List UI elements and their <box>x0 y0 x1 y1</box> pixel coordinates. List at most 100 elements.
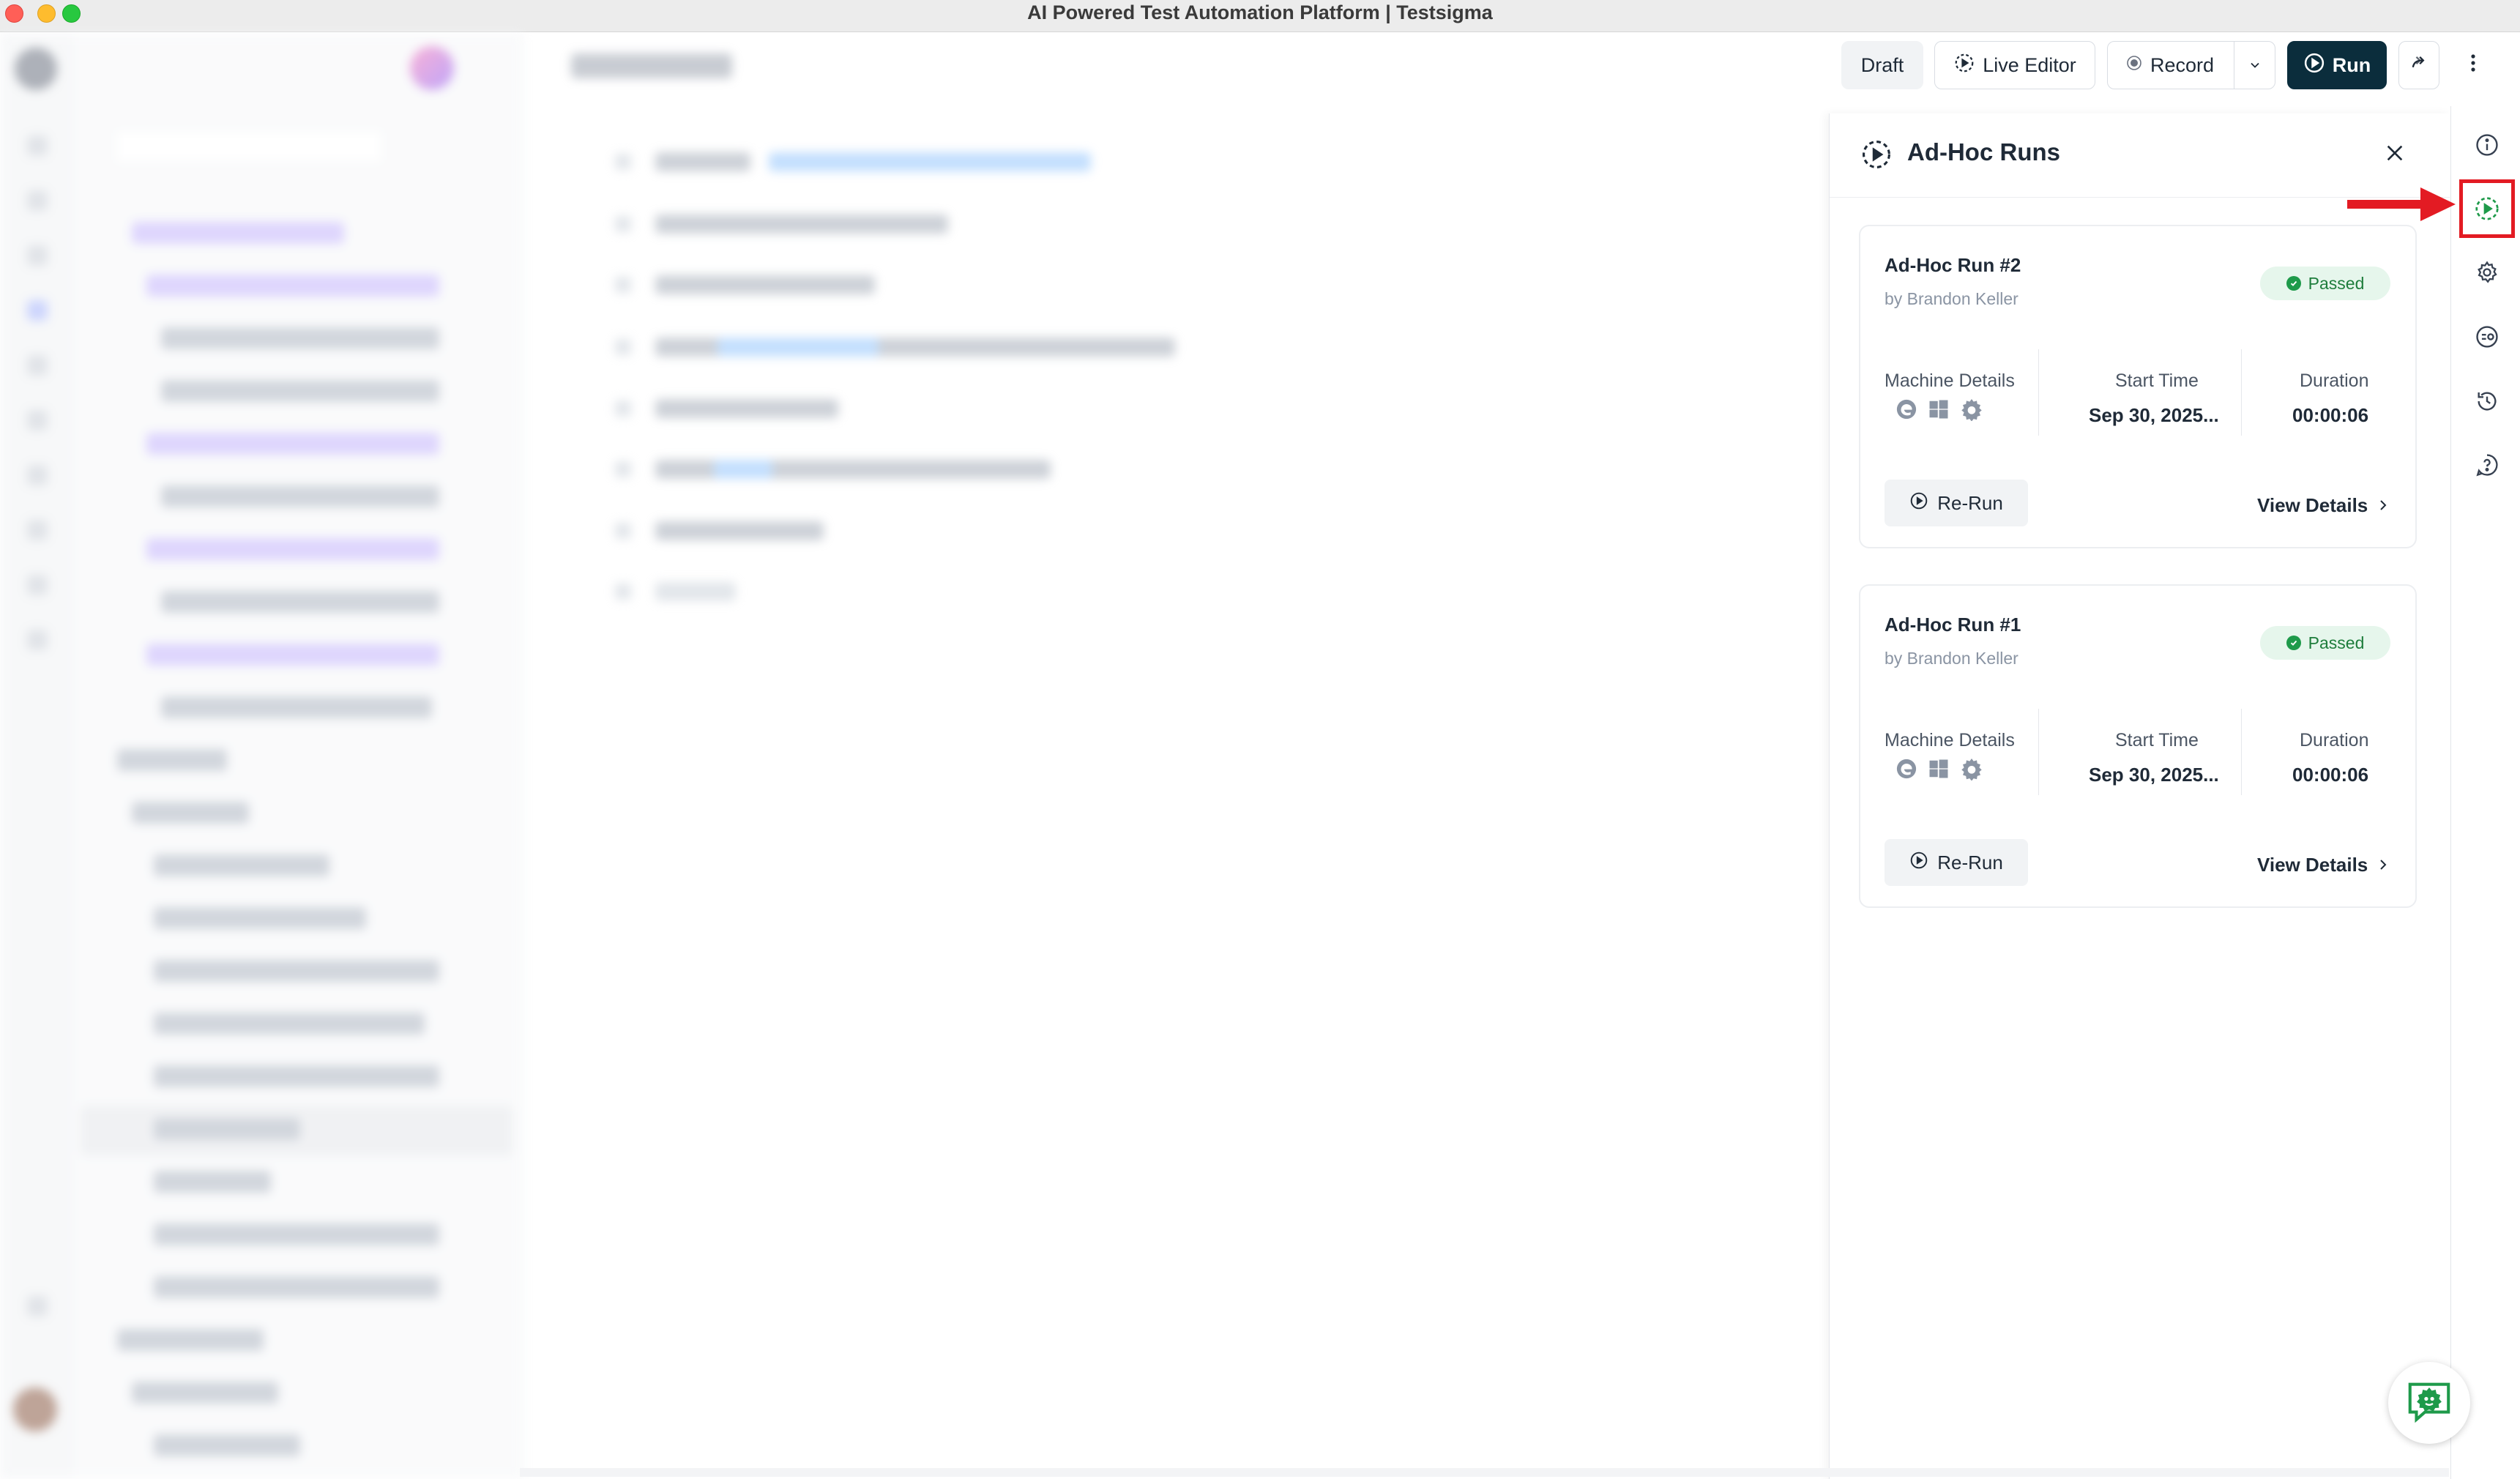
edge-browser-icon <box>1895 758 1917 783</box>
rerun-button[interactable]: Re-Run <box>1885 480 2028 526</box>
duration-label: Duration <box>2300 370 2369 391</box>
tree-row <box>154 907 366 929</box>
machine-icons <box>1895 398 1983 425</box>
step-text <box>655 521 824 540</box>
run-title: Ad-Hoc Run #1 <box>1885 614 2021 636</box>
rail-icon <box>27 465 48 485</box>
rail-icon <box>27 630 48 650</box>
info-button[interactable] <box>2473 133 2501 160</box>
horizontal-scrollbar[interactable] <box>520 1468 2449 1477</box>
rail-icon <box>27 245 48 266</box>
test-case-title-placeholder <box>571 53 732 78</box>
duration-value: 00:00:06 <box>2292 404 2369 426</box>
view-details-label: View Details <box>2257 494 2368 516</box>
info-icon <box>2475 133 2500 161</box>
tree-row <box>146 538 439 560</box>
step-number <box>615 216 631 232</box>
right-utility-rail <box>2450 106 2520 1479</box>
windows-os-icon <box>1928 398 1950 424</box>
tree-search-input <box>113 128 384 165</box>
kebab-menu-icon <box>2470 53 2476 78</box>
tree-row <box>154 960 439 982</box>
adhoc-runs-panel: Ad-Hoc Runs Ad-Hoc Run #2 by Brandon Kel… <box>1829 113 2450 1479</box>
tree-row <box>154 854 329 876</box>
step-text <box>655 582 736 601</box>
tree-row <box>161 696 432 718</box>
tree-row <box>146 275 439 297</box>
tree-row <box>154 1276 439 1298</box>
history-button[interactable] <box>2473 389 2501 417</box>
step-text <box>655 399 838 418</box>
assistant-chat-button[interactable] <box>2388 1362 2470 1444</box>
rerun-label: Re-Run <box>1937 491 2003 514</box>
environment-icon <box>2475 324 2500 353</box>
step-number <box>615 461 631 477</box>
step-text <box>655 152 750 171</box>
column-divider <box>2038 709 2039 795</box>
draft-status-button[interactable]: Draft <box>1841 41 1923 89</box>
start-time-label: Start Time <box>2115 370 2199 391</box>
more-options-button[interactable] <box>2453 41 2494 89</box>
settings-button[interactable] <box>2473 260 2501 288</box>
rerun-label: Re-Run <box>1937 851 2003 873</box>
rail-icon <box>27 410 48 431</box>
status-label: Passed <box>2308 273 2365 293</box>
check-icon <box>2286 276 2301 291</box>
play-circle-icon <box>1909 491 1928 515</box>
step-number <box>615 339 631 355</box>
history-icon <box>2475 389 2500 417</box>
run-button[interactable]: Run <box>2287 41 2387 89</box>
rail-icon <box>27 300 48 321</box>
tree-row <box>117 1329 264 1351</box>
view-details-link[interactable]: View Details <box>2257 494 2388 517</box>
view-details-link[interactable]: View Details <box>2257 854 2388 876</box>
help-button[interactable] <box>2473 452 2501 480</box>
environment-button[interactable] <box>2473 324 2501 352</box>
user-avatar <box>13 1387 57 1431</box>
tree-row <box>161 380 439 402</box>
tree-row <box>146 433 439 455</box>
record-button[interactable]: Record <box>2107 41 2275 89</box>
tree-row <box>132 802 249 824</box>
tree-row <box>146 644 439 666</box>
close-panel-button[interactable] <box>2380 140 2409 169</box>
step-text <box>655 215 948 234</box>
step-number <box>615 277 631 293</box>
gear-icon <box>2475 260 2500 288</box>
tree-row <box>154 1118 300 1140</box>
share-button[interactable] <box>2398 41 2439 89</box>
column-divider <box>2241 349 2242 436</box>
run-title: Ad-Hoc Run #2 <box>1885 254 2021 276</box>
panel-title: Ad-Hoc Runs <box>1907 138 2060 165</box>
step-number <box>615 523 631 539</box>
live-editor-icon <box>1953 52 1975 79</box>
tree-row <box>132 222 344 244</box>
help-icon <box>2475 452 2500 481</box>
rail-icon <box>27 355 48 376</box>
machine-details-label: Machine Details <box>1885 730 2015 750</box>
tree-badge <box>410 46 454 90</box>
record-dropdown-chevron-icon[interactable] <box>2234 42 2275 89</box>
machine-icons <box>1895 757 1983 784</box>
status-badge: Passed <box>2260 626 2390 660</box>
start-time-value: Sep 30, 2025... <box>2089 404 2219 426</box>
column-divider <box>2038 349 2039 436</box>
tree-row <box>154 1065 439 1087</box>
test-case-tree <box>73 33 523 1479</box>
rerun-button[interactable]: Re-Run <box>1885 839 2028 886</box>
tree-row <box>154 1434 300 1456</box>
rail-icon <box>27 1296 48 1316</box>
duration-value: 00:00:06 <box>2292 764 2369 786</box>
step-link <box>769 152 1091 171</box>
assistant-bot-icon <box>2404 1376 2455 1431</box>
share-icon <box>2409 53 2429 78</box>
rail-icon <box>27 520 48 540</box>
chevron-right-icon <box>2378 854 2388 876</box>
tree-row <box>161 327 439 349</box>
live-editor-button[interactable]: Live Editor <box>1934 41 2095 89</box>
settings-gear-icon <box>1960 398 1983 425</box>
workspace-avatar <box>15 48 57 90</box>
adhoc-runs-icon <box>1860 138 1893 174</box>
machine-details-label: Machine Details <box>1885 370 2015 391</box>
run-play-icon <box>2303 52 2325 79</box>
